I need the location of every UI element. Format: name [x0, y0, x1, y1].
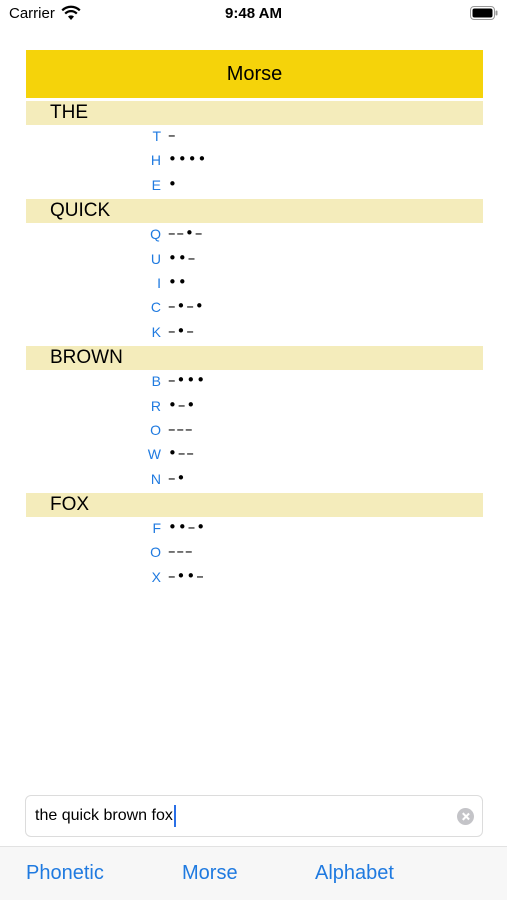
screen: Carrier 9:48 AM Morse THE T – H •••• E • QUICK Q… [0, 0, 507, 900]
letter-char: R [150, 397, 161, 414]
morse-code: ––•– [168, 224, 204, 243]
letter-row[interactable]: O ––– [0, 419, 507, 443]
letter-char: X [151, 568, 161, 585]
letter-row[interactable]: H •••• [0, 149, 507, 173]
letter-char: C [150, 299, 161, 316]
word-header: QUICK [26, 199, 483, 224]
letter-row[interactable]: I •• [0, 272, 507, 296]
letter-row[interactable]: E • [0, 174, 507, 198]
search-input[interactable]: the quick brown fox [25, 795, 483, 837]
word-section: QUICK Q ––•– U ••– I •• C –•–• K –•– [0, 199, 507, 345]
letter-char: W [147, 446, 161, 463]
morse-code: – [168, 126, 177, 144]
text-cursor [174, 805, 176, 827]
morse-word-list[interactable]: THE T – H •••• E • QUICK Q ––•– U ••– I •• C –•–• K –•– BR… [0, 101, 507, 590]
status-time: 9:48 AM [225, 5, 282, 22]
morse-code: ––– [168, 419, 194, 438]
letter-char: T [152, 128, 161, 144]
letter-char: N [150, 470, 161, 487]
letter-char: O [150, 421, 161, 438]
morse-code: ••– [168, 248, 197, 267]
status-bar: Carrier 9:48 AM [0, 0, 507, 30]
morse-code: • [168, 174, 178, 193]
tab-alphabet[interactable]: Alphabet [315, 862, 394, 885]
morse-code: •• [168, 272, 188, 291]
letter-row[interactable]: C –•–• [0, 296, 507, 320]
letter-row[interactable]: Q ––•– [0, 223, 507, 247]
letter-row[interactable]: O ––– [0, 541, 507, 565]
letter-row[interactable]: K –•– [0, 321, 507, 345]
letter-row[interactable]: B –••• [0, 370, 507, 394]
morse-code: –• [168, 468, 187, 487]
morse-code: –••• [168, 371, 207, 390]
search-input-value[interactable]: the quick brown fox [35, 807, 173, 825]
header-title: Morse [226, 62, 283, 85]
battery-icon [470, 6, 498, 20]
morse-code: ––– [168, 542, 194, 561]
word-section: THE T – H •••• E • [0, 101, 507, 198]
morse-code: •–• [168, 395, 197, 414]
morse-code: –••– [168, 566, 205, 585]
letter-row[interactable]: N –• [0, 468, 507, 492]
word-section: BROWN B –••• R •–• O ––– W •–– N –• [0, 346, 507, 492]
letter-row[interactable]: T – [0, 125, 507, 149]
morse-code: ••–• [168, 518, 207, 537]
word-section: FOX F ••–• O ––– X –••– [0, 493, 507, 590]
clear-icon[interactable] [457, 808, 474, 825]
letter-char: H [150, 152, 161, 169]
tab-bar: Phonetic Morse Alphabet [0, 846, 507, 900]
morse-code: –•–• [168, 297, 205, 316]
morse-code: –•– [168, 321, 195, 340]
letter-char: B [151, 373, 161, 390]
letter-char: K [151, 323, 161, 340]
letter-char: O [150, 544, 161, 561]
letter-char: U [150, 250, 161, 267]
letter-char: Q [150, 226, 161, 243]
word-header: BROWN [26, 346, 483, 371]
letter-char: F [152, 520, 161, 537]
morse-code: •••• [168, 150, 208, 169]
letter-row[interactable]: F ••–• [0, 517, 507, 541]
letter-char: E [151, 176, 161, 193]
letter-row[interactable]: U ••– [0, 248, 507, 272]
tab-phonetic[interactable]: Phonetic [26, 862, 104, 885]
word-header: FOX [26, 493, 483, 518]
tab-morse[interactable]: Morse [182, 862, 238, 885]
letter-row[interactable]: R •–• [0, 395, 507, 419]
header-title-bar: Morse [26, 50, 483, 98]
letter-char: I [157, 274, 161, 291]
letter-row[interactable]: W •–– [0, 443, 507, 467]
morse-code: •–– [168, 444, 195, 463]
letter-row[interactable]: X –••– [0, 566, 507, 590]
word-header: THE [26, 101, 483, 125]
